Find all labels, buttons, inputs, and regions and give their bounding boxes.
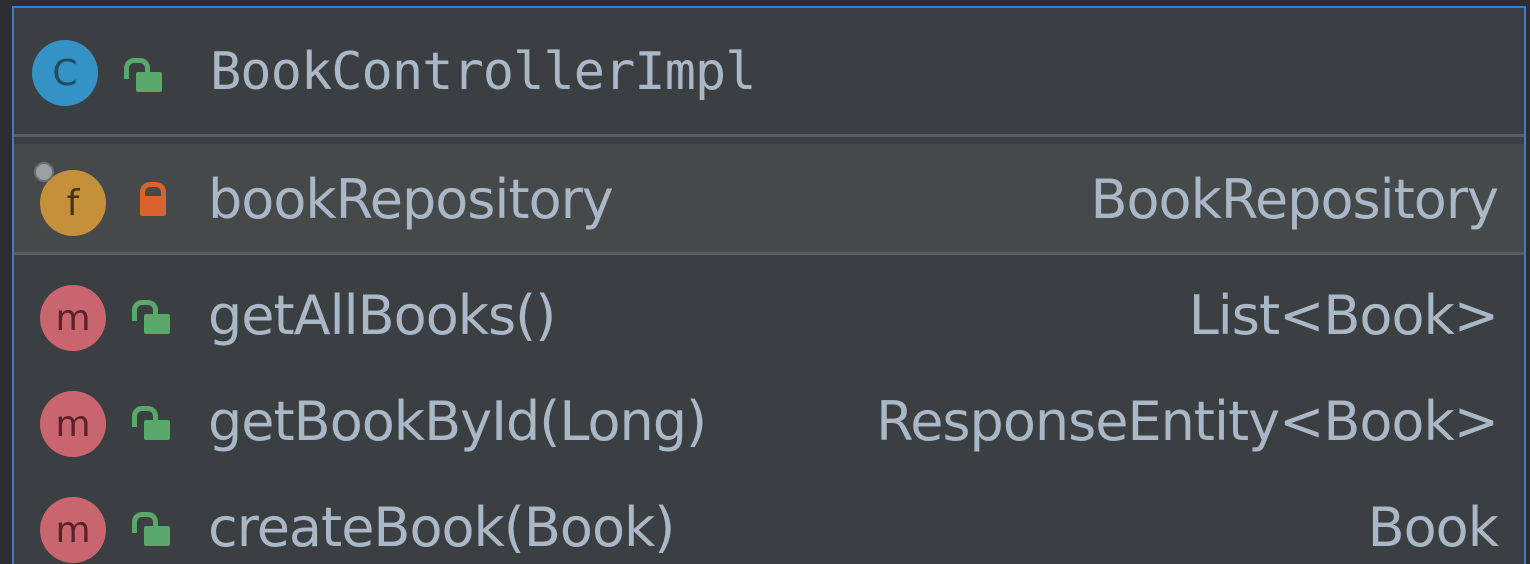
member-row-field[interactable]: f bookRepository BookRepository bbox=[14, 144, 1524, 252]
member-row-method[interactable]: m getBookById(Long) ResponseEntity<Book> bbox=[14, 370, 1524, 480]
member-type: BookRepository bbox=[1090, 168, 1499, 231]
field-badge-letter: f bbox=[66, 182, 80, 224]
public-lock-open-icon bbox=[132, 512, 170, 546]
member-row-method[interactable]: m createBook(Book) Book bbox=[14, 476, 1524, 564]
structure-popup-window: C BookControllerImpl f bookRepository Bo… bbox=[0, 0, 1530, 564]
public-lock-open-icon bbox=[132, 300, 170, 334]
class-name: BookControllerImpl bbox=[210, 42, 757, 102]
header-divider bbox=[14, 134, 1524, 137]
member-type: List<Book> bbox=[1188, 284, 1499, 347]
public-lock-open-icon bbox=[124, 58, 162, 92]
class-icon: C bbox=[32, 40, 98, 106]
method-icon: m bbox=[40, 285, 106, 351]
member-name: bookRepository bbox=[208, 168, 614, 231]
member-type: ResponseEntity<Book> bbox=[876, 390, 1499, 453]
member-row-method[interactable]: m getAllBooks() List<Book> bbox=[14, 264, 1524, 374]
method-icon: m bbox=[40, 497, 106, 563]
structure-popup: C BookControllerImpl f bookRepository Bo… bbox=[12, 6, 1526, 564]
private-lock-icon bbox=[136, 182, 166, 216]
method-badge-letter: m bbox=[55, 403, 91, 445]
class-header[interactable]: C BookControllerImpl bbox=[14, 8, 1524, 134]
method-badge-letter: m bbox=[55, 509, 91, 551]
member-name: getAllBooks() bbox=[208, 284, 556, 347]
member-type: Book bbox=[1367, 496, 1499, 559]
member-name: createBook(Book) bbox=[208, 496, 675, 559]
method-icon: m bbox=[40, 391, 106, 457]
fields-divider bbox=[14, 252, 1524, 255]
public-lock-open-icon bbox=[132, 406, 170, 440]
member-name: getBookById(Long) bbox=[208, 390, 707, 453]
pin-icon bbox=[34, 162, 54, 182]
class-badge-letter: C bbox=[52, 52, 78, 94]
method-badge-letter: m bbox=[55, 297, 91, 339]
